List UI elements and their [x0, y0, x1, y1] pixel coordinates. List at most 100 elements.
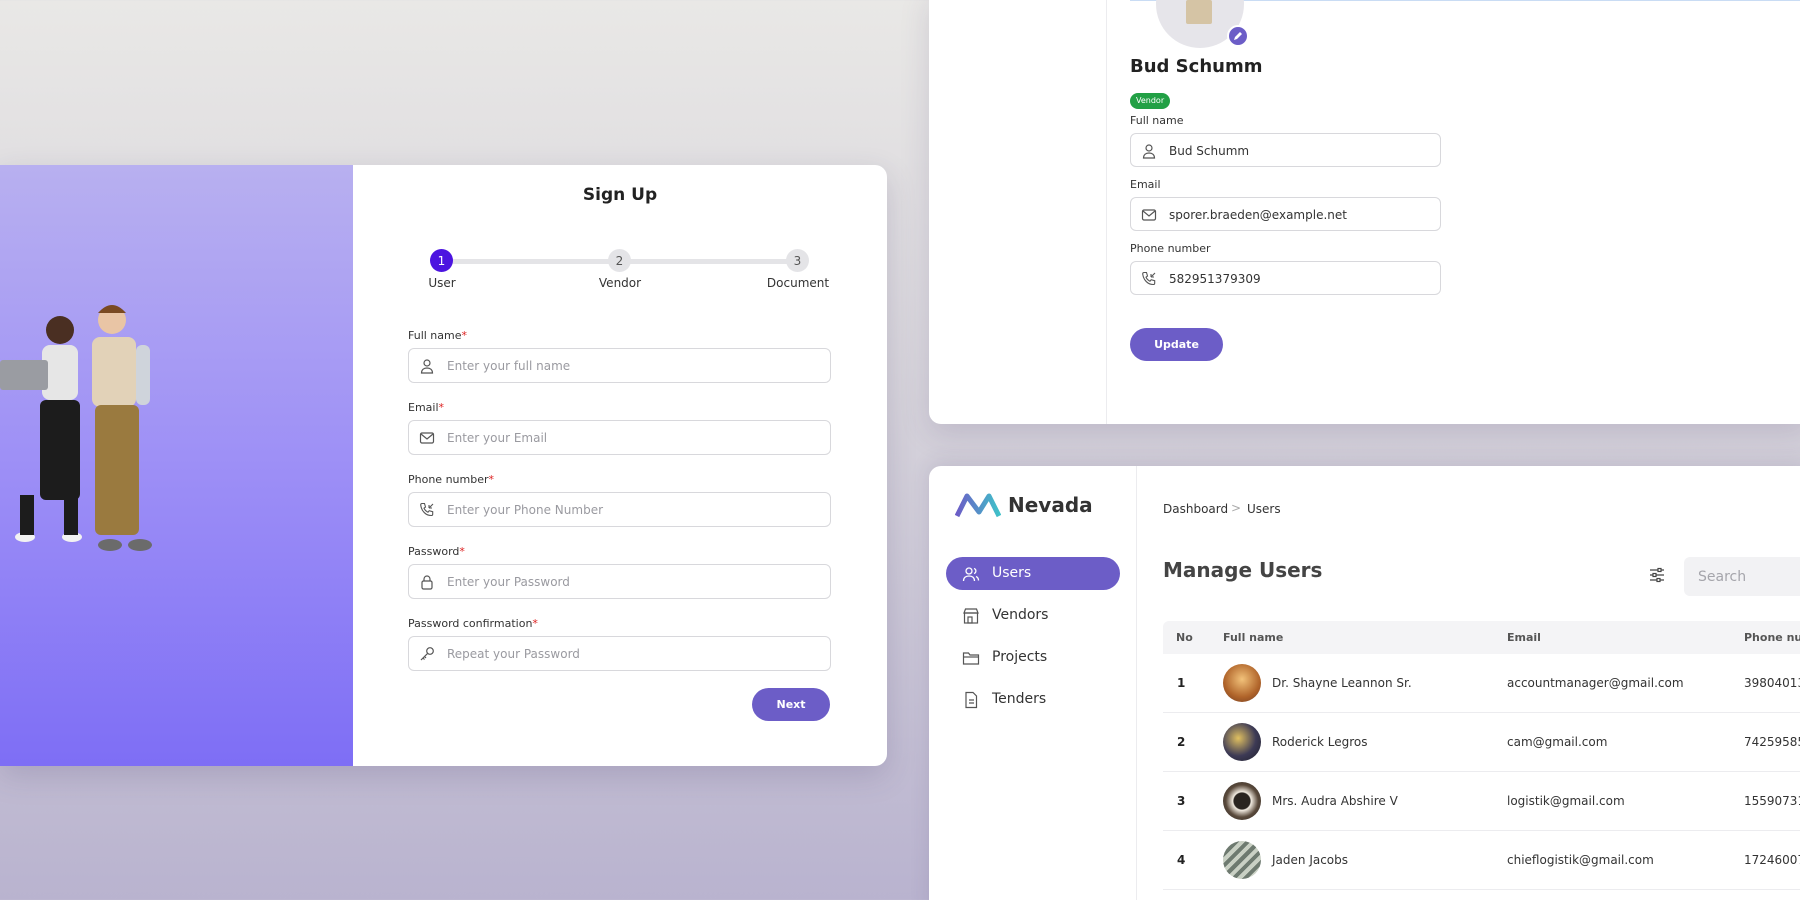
password-confirm-input[interactable] [447, 637, 817, 670]
step-1-indicator[interactable]: 1 [430, 249, 453, 272]
phone-label: Phone number* [408, 473, 494, 486]
email-label-text: Email [408, 401, 439, 414]
nevada-logo-icon [955, 493, 1001, 518]
sidebar-item-tenders[interactable]: Tenders [946, 683, 1120, 716]
email-field[interactable] [408, 420, 831, 455]
profile-phone-label: Phone number [1130, 242, 1211, 255]
required-marker: * [461, 329, 468, 342]
edit-avatar-button[interactable] [1227, 25, 1249, 47]
step-3-label: Document [766, 276, 830, 290]
sidebar-item-label: Projects [992, 649, 1048, 665]
user-name: Roderick Legros [1272, 735, 1368, 749]
password-input[interactable] [447, 565, 817, 598]
breadcrumb-separator: > [1231, 501, 1242, 515]
user-email: chieflogistik@gmail.com [1507, 853, 1654, 867]
phone-icon [1142, 271, 1156, 286]
signup-card: Sign Up 1 2 3 User Vendor Document Full … [0, 165, 887, 766]
column-header-full-name: Full name [1223, 631, 1284, 644]
profile-card: Bud Schumm Vendor Full name Bud Schumm E… [929, 0, 1800, 424]
user-email: logistik@gmail.com [1507, 794, 1625, 808]
sidebar-item-vendors[interactable]: Vendors [946, 599, 1120, 632]
password-confirm-label-text: Password confirmation [408, 617, 533, 630]
row-number: 2 [1177, 735, 1186, 749]
next-button[interactable]: Next [752, 688, 830, 721]
column-header-no: No [1176, 631, 1193, 644]
table-row[interactable]: 1 Dr. Shayne Leannon Sr. accountmanager@… [1163, 654, 1800, 713]
row-number: 3 [1177, 794, 1186, 808]
role-badge: Vendor [1130, 93, 1171, 109]
sidebar-item-label: Vendors [992, 607, 1049, 623]
row-number: 1 [1177, 676, 1186, 690]
phone-field[interactable] [408, 492, 831, 527]
full-name-input[interactable] [447, 349, 817, 382]
document-icon [965, 691, 978, 709]
update-button[interactable]: Update [1130, 328, 1223, 361]
table-row[interactable]: 4 Jaden Jacobs chieflogistik@gmail.com 1… [1163, 831, 1800, 890]
user-phone: 398040130 [1744, 676, 1800, 690]
step-3-indicator[interactable]: 3 [786, 249, 809, 272]
avatar [1223, 782, 1261, 820]
brand-name: Nevada [1008, 493, 1093, 517]
pencil-icon [1234, 32, 1242, 40]
password-confirm-label: Password confirmation* [408, 617, 538, 630]
sidebar-item-users[interactable]: Users [946, 557, 1120, 590]
table-row[interactable]: 3 Mrs. Audra Abshire V logistik@gmail.co… [1163, 772, 1800, 831]
phone-input[interactable] [447, 493, 817, 526]
column-header-phone: Phone num [1744, 631, 1800, 644]
email-label: Email* [408, 401, 444, 414]
step-2-indicator[interactable]: 2 [608, 249, 631, 272]
profile-full-name-value: Bud Schumm [1169, 144, 1250, 158]
sidebar-item-label: Tenders [992, 691, 1047, 707]
profile-email-label: Email [1130, 178, 1161, 191]
filter-icon[interactable] [1648, 566, 1666, 584]
required-marker: * [532, 617, 538, 630]
store-icon [963, 608, 979, 624]
user-name: Dr. Shayne Leannon Sr. [1272, 676, 1412, 690]
required-marker: * [459, 545, 465, 558]
profile-email-field[interactable]: sporer.braeden@example.net [1130, 197, 1441, 231]
search-input[interactable] [1698, 557, 1800, 596]
mail-icon [1141, 209, 1157, 221]
password-label-text: Password [408, 545, 460, 558]
profile-name: Bud Schumm [1130, 56, 1263, 77]
full-name-field[interactable] [408, 348, 831, 383]
users-icon [962, 567, 980, 582]
user-phone: 17246007 [1744, 853, 1800, 867]
breadcrumb-dashboard[interactable]: Dashboard [1163, 502, 1228, 516]
mail-icon [419, 432, 435, 444]
profile-full-name-label: Full name [1130, 114, 1184, 127]
lock-icon [421, 575, 433, 590]
users-sidebar-divider [1136, 466, 1137, 900]
people-illustration [0, 305, 152, 551]
avatar [1223, 664, 1261, 702]
user-phone: 155907315 [1744, 794, 1800, 808]
password-label: Password* [408, 545, 465, 558]
profile-sidebar-divider [1106, 0, 1107, 424]
user-icon [420, 359, 434, 374]
signup-illustration-panel [0, 165, 353, 766]
avatar [1223, 841, 1261, 879]
user-name: Jaden Jacobs [1272, 853, 1349, 867]
key-icon [420, 647, 434, 661]
phone-label-text: Phone number [408, 473, 489, 486]
signup-title: Sign Up [582, 185, 658, 205]
search-box[interactable] [1684, 557, 1800, 596]
password-confirm-field[interactable] [408, 636, 831, 671]
required-marker: * [438, 401, 445, 414]
profile-phone-field[interactable]: 582951379309 [1130, 261, 1441, 295]
email-input[interactable] [447, 421, 817, 454]
avatar [1223, 723, 1261, 761]
profile-phone-value: 582951379309 [1169, 272, 1261, 286]
row-number: 4 [1177, 853, 1186, 867]
profile-email-value: sporer.braeden@example.net [1169, 208, 1347, 222]
user-email: cam@gmail.com [1507, 735, 1608, 749]
phone-icon [420, 502, 434, 517]
table-row[interactable]: 2 Roderick Legros cam@gmail.com 74259585 [1163, 713, 1800, 772]
table-header: No Full name Email Phone num [1163, 621, 1800, 654]
user-email: accountmanager@gmail.com [1507, 676, 1684, 690]
breadcrumb-users: Users [1247, 502, 1281, 516]
sidebar-item-projects[interactable]: Projects [946, 641, 1120, 674]
password-field[interactable] [408, 564, 831, 599]
profile-full-name-field[interactable]: Bud Schumm [1130, 133, 1441, 167]
user-phone: 74259585 [1744, 735, 1800, 749]
